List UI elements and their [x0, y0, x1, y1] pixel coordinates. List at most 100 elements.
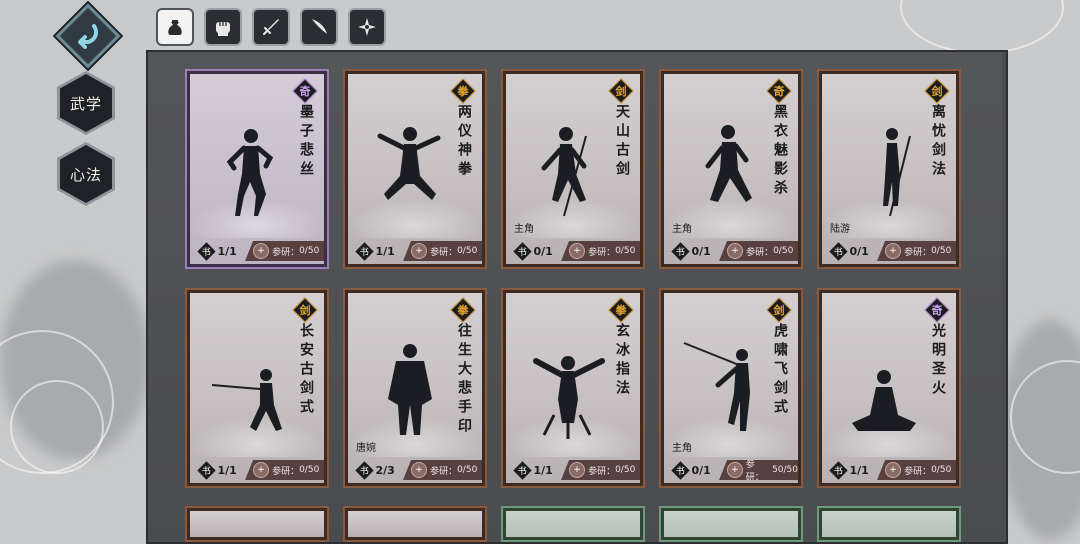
skill-card[interactable]: 奇 墨子悲丝 书 1/1 + 参研： 0/50	[185, 69, 329, 269]
pouch-icon	[168, 20, 182, 35]
owner-name: 主角	[672, 443, 692, 454]
research-label: 参研：	[272, 466, 300, 477]
book-icon: 书	[672, 461, 689, 479]
martial-artist-figure	[705, 125, 752, 202]
research-label: 参研：	[904, 466, 932, 477]
skill-type-badge: 拳	[610, 299, 632, 321]
research-label: 参研：	[746, 247, 774, 258]
research-progress: + 参研： 50/50	[719, 460, 798, 480]
skill-card[interactable]: 拳 两仪神拳 书 1/1 + 参研： 0/50	[343, 69, 487, 269]
background-wave	[10, 380, 104, 474]
research-value: 0/50	[615, 465, 636, 475]
owner-name: 主角	[514, 224, 534, 235]
book-count: 1/1	[217, 463, 237, 477]
research-value: 0/50	[299, 465, 320, 475]
skill-name: 黑衣魅影杀	[772, 104, 788, 199]
skill-card[interactable]	[659, 506, 803, 542]
background-wave	[900, 0, 1064, 54]
skill-card[interactable]	[185, 506, 329, 542]
skill-card[interactable]: 拳 往生大悲手印 唐婉 书 2/3 + 参研： 0/50	[343, 288, 487, 488]
skill-name: 虎啸飞剑式	[772, 323, 788, 418]
skill-name: 两仪神拳	[456, 104, 472, 180]
skill-name: 光明圣火	[930, 323, 946, 399]
skill-type-badge: 奇	[294, 80, 316, 102]
skill-type-badge: 奇	[768, 80, 790, 102]
skill-card[interactable]: 剑 虎啸飞剑式 主角 书 0/1 + 参研： 50/50	[659, 288, 803, 488]
tab-label: 武学	[69, 94, 102, 113]
fist-icon	[216, 22, 230, 36]
filter-blade-button[interactable]	[300, 8, 338, 46]
research-label: 参研：	[272, 247, 300, 258]
book-count: 0/1	[691, 463, 711, 477]
book-count: 1/1	[533, 463, 553, 477]
martial-artist-figure	[388, 344, 432, 435]
shuriken-icon	[358, 18, 376, 36]
research-progress: + 参研： 0/50	[877, 460, 956, 480]
research-progress: + 参研： 0/50	[561, 241, 640, 261]
skill-card[interactable]: 奇 黑衣魅影杀 主角 书 0/1 + 参研： 0/50	[659, 69, 803, 269]
filter-all-button[interactable]	[156, 8, 194, 46]
research-label: 参研：	[588, 247, 616, 258]
sword-icon	[263, 19, 279, 35]
book-icon: 书	[356, 461, 373, 479]
blade-icon	[312, 19, 327, 34]
book-count: 1/1	[849, 463, 869, 477]
owner-name: 唐婉	[356, 443, 376, 454]
research-icon: +	[569, 462, 586, 478]
skill-type-badge: 剑	[768, 299, 790, 321]
skill-name: 离忧剑法	[930, 104, 946, 180]
skill-name: 玄冰指法	[614, 323, 630, 399]
book-count: 0/1	[849, 244, 869, 258]
research-progress: + 参研： 0/50	[561, 460, 640, 480]
skill-type-badge: 拳	[452, 299, 474, 321]
book-icon: 书	[514, 242, 531, 260]
research-value: 0/50	[615, 246, 636, 256]
skill-card[interactable]	[343, 506, 487, 542]
filter-shuriken-button[interactable]	[348, 8, 386, 46]
owner-name: 陆游	[830, 224, 850, 235]
research-value: 0/50	[457, 246, 478, 256]
skill-type-badge: 剑	[294, 299, 316, 321]
martial-artist-figure	[852, 370, 916, 431]
martial-artist-figure	[533, 356, 605, 439]
skill-card[interactable]: 拳 玄冰指法 书 1/1 + 参研： 0/50	[501, 288, 645, 488]
skill-type-badge: 拳	[452, 80, 474, 102]
research-progress: + 参研： 0/50	[719, 241, 798, 261]
research-icon: +	[253, 462, 270, 478]
martial-artist-figure	[883, 128, 911, 217]
skill-card[interactable]: 剑 长安古剑式 书 1/1 + 参研： 0/50	[185, 288, 329, 488]
back-button[interactable]	[55, 3, 121, 69]
book-icon: 书	[356, 242, 373, 260]
research-label: 参研：	[430, 247, 458, 258]
martial-artist-figure	[377, 127, 441, 200]
skill-card[interactable]: 剑 离忧剑法 陆游 书 0/1 + 参研： 0/50	[817, 69, 961, 269]
martial-artist-figure	[541, 127, 587, 217]
book-icon: 书	[672, 242, 689, 260]
research-progress: + 参研： 0/50	[245, 460, 324, 480]
research-icon: +	[253, 243, 270, 259]
research-progress: + 参研： 0/50	[403, 241, 482, 261]
book-icon: 书	[830, 242, 847, 260]
research-label: 参研：	[745, 460, 764, 483]
skill-card[interactable]	[501, 506, 645, 542]
book-icon: 书	[198, 461, 215, 479]
martial-artist-figure	[683, 342, 750, 431]
book-icon: 书	[514, 461, 531, 479]
back-arrow-icon	[78, 24, 98, 49]
skill-name: 墨子悲丝	[298, 104, 314, 180]
skill-card[interactable]: 奇 光明圣火 书 1/1 + 参研： 0/50	[817, 288, 961, 488]
book-count: 2/3	[375, 463, 395, 477]
martial-artist-figure	[226, 129, 274, 216]
skill-name: 天山古剑	[614, 104, 630, 180]
research-icon: +	[727, 462, 743, 478]
research-icon: +	[569, 243, 586, 259]
research-icon: +	[727, 243, 744, 259]
research-progress: + 参研： 0/50	[877, 241, 956, 261]
skill-card[interactable]: 剑 天山古剑 主角 书 0/1 + 参研： 0/50	[501, 69, 645, 269]
research-value: 0/50	[457, 465, 478, 475]
research-value: 0/50	[931, 246, 952, 256]
filter-sword-button[interactable]	[252, 8, 290, 46]
skill-card[interactable]	[817, 506, 961, 542]
book-icon: 书	[830, 461, 847, 479]
filter-fist-button[interactable]	[204, 8, 242, 46]
